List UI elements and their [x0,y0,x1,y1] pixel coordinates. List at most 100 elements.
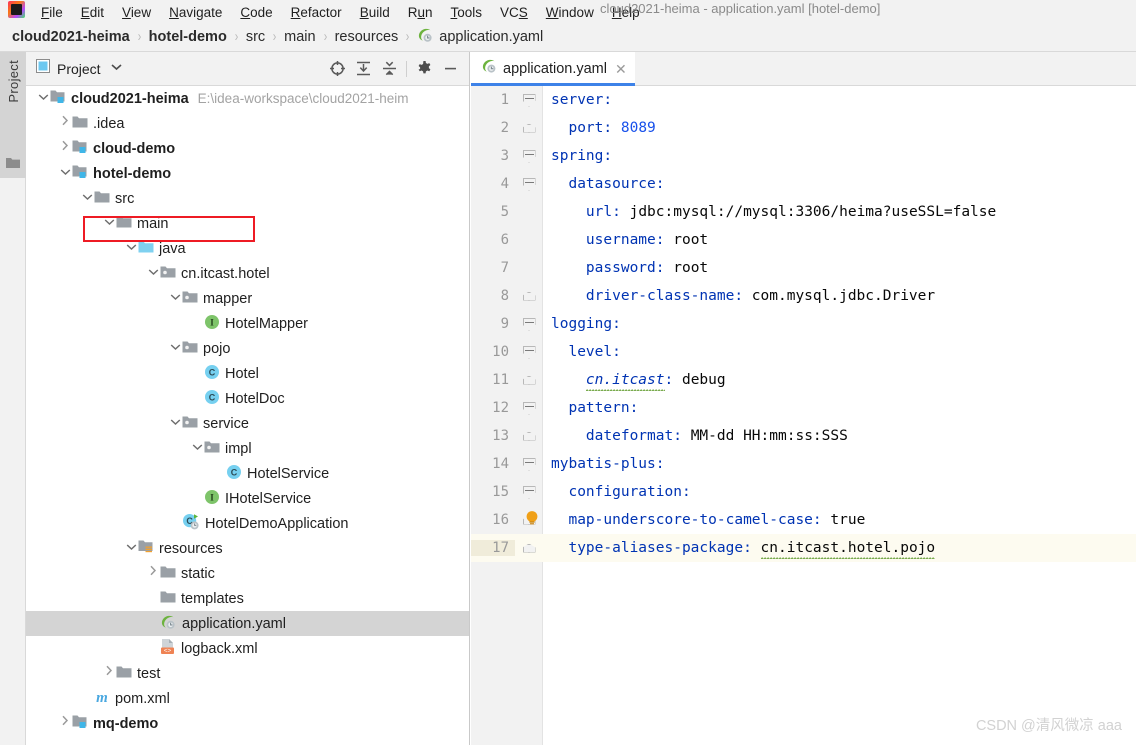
tree-row-main[interactable]: main [26,211,469,236]
breadcrumb-item-application-yaml[interactable]: application.yaml [417,27,543,47]
select-opened-file-icon[interactable] [324,57,350,81]
fold-end-icon[interactable] [515,543,543,553]
fold-end-icon[interactable] [515,123,543,133]
fold-expanded-icon[interactable] [515,457,543,471]
tree-row-impl[interactable]: impl [26,436,469,461]
tree-row-pojo[interactable]: pojo [26,336,469,361]
fold-expanded-icon[interactable] [515,345,543,359]
tree-row-hoteldemoapplication[interactable]: C HotelDemoApplication [26,511,469,536]
chevron-right-icon[interactable] [58,711,72,736]
fold-expanded-icon[interactable] [515,177,543,191]
chevron-down-icon[interactable] [58,161,72,186]
tree-row-idea[interactable]: .idea [26,111,469,136]
tree-row-cloud-demo[interactable]: cloud-demo [26,136,469,161]
code-line-13[interactable]: 13 dateformat: MM-dd HH:mm:ss:SSS [471,422,1136,450]
chevron-down-icon[interactable] [36,86,50,111]
chevron-down-icon[interactable] [111,63,122,74]
chevron-right-icon[interactable] [102,661,116,686]
breadcrumb-item-src[interactable]: src [246,29,265,45]
intention-bulb-icon[interactable] [525,510,539,530]
tree-row-ihotelservice[interactable]: I IHotelService [26,486,469,511]
fold-expanded-icon[interactable] [515,317,543,331]
code-line-12[interactable]: 12 pattern: [471,394,1136,422]
code-line-4[interactable]: 4 datasource: [471,170,1136,198]
tree-row-application-yaml[interactable]: application.yaml [26,611,469,636]
breadcrumb-item-resources[interactable]: resources [335,29,399,45]
fold-expanded-icon[interactable] [515,401,543,415]
chevron-down-icon[interactable] [168,336,182,361]
tree-row-static[interactable]: static [26,561,469,586]
code-line-3[interactable]: 3 spring: [471,142,1136,170]
code-line-5[interactable]: 5 url: jdbc:mysql://mysql:3306/heima?use… [471,198,1136,226]
tree-row-cloud2021-heima[interactable]: cloud2021-heima E:\idea-workspace\cloud20… [26,86,469,111]
code-line-8[interactable]: 8 driver-class-name: com.mysql.jdbc.Driv… [471,282,1136,310]
fold-expanded-icon[interactable] [515,485,543,499]
chevron-down-icon[interactable] [124,236,138,261]
chevron-right-icon[interactable] [58,136,72,161]
menu-item-build[interactable]: Build [351,5,399,22]
fold-end-icon[interactable] [515,431,543,441]
menu-item-view[interactable]: View [113,5,160,22]
tree-row-mapper[interactable]: mapper [26,286,469,311]
tool-window-button-project[interactable]: Project [0,60,26,150]
chevron-down-icon[interactable] [124,536,138,561]
menu-item-tools[interactable]: Tools [442,5,492,22]
fold-expanded-icon[interactable] [515,149,543,163]
collapse-all-icon[interactable] [376,57,402,81]
tree-row-hotel[interactable]: C Hotel [26,361,469,386]
fold-expanded-icon[interactable] [515,93,543,107]
settings-gear-icon[interactable] [411,57,437,81]
code-line-2[interactable]: 2 port: 8089 [471,114,1136,142]
tree-row-logback-xml[interactable]: <> logback.xml [26,636,469,661]
tree-row-java[interactable]: java [26,236,469,261]
tree-row-hotelservice[interactable]: C HotelService [26,461,469,486]
chevron-right-icon[interactable] [58,111,72,136]
expand-all-icon[interactable] [350,57,376,81]
fold-end-icon[interactable] [515,291,543,301]
tree-row-resources[interactable]: resources [26,536,469,561]
breadcrumb-item-cloud2021-heima[interactable]: cloud2021-heima [12,29,130,45]
menu-item-edit[interactable]: Edit [72,5,113,22]
tree-row-test[interactable]: test [26,661,469,686]
menu-item-vcs[interactable]: VCS [491,5,537,22]
code-line-14[interactable]: 14 mybatis-plus: [471,450,1136,478]
breadcrumb-item-hotel-demo[interactable]: hotel-demo [149,29,227,45]
menu-item-refactor[interactable]: Refactor [282,5,351,22]
menu-item-window[interactable]: Window [537,5,603,22]
code-line-11[interactable]: 11 cn.itcast: debug [471,366,1136,394]
tree-row-pom-xml[interactable]: m pom.xml [26,686,469,711]
close-icon[interactable]: ✕ [615,62,627,76]
tree-row-mq-demo[interactable]: mq-demo [26,711,469,736]
tree-row-hoteldoc[interactable]: C HotelDoc [26,386,469,411]
code-line-7[interactable]: 7 password: root [471,254,1136,282]
menu-item-code[interactable]: Code [231,5,281,22]
tree-row-src[interactable]: src [26,186,469,211]
menu-item-navigate[interactable]: Navigate [160,5,231,22]
code-line-6[interactable]: 6 username: root [471,226,1136,254]
chevron-down-icon[interactable] [168,411,182,436]
tree-row-hotel-demo[interactable]: hotel-demo [26,161,469,186]
menu-item-run[interactable]: Run [399,5,442,22]
chevron-down-icon[interactable] [146,261,160,286]
code-line-9[interactable]: 9 logging: [471,310,1136,338]
fold-end-icon[interactable] [515,375,543,385]
chevron-down-icon[interactable] [80,186,94,211]
chevron-right-icon[interactable] [146,561,160,586]
code-line-15[interactable]: 15 configuration: [471,478,1136,506]
code-line-16[interactable]: 16 map-underscore-to-camel-case: true [471,506,1136,534]
code-line-17[interactable]: 17 type-aliases-package: cn.itcast.hotel… [471,534,1136,562]
tree-row-hotelmapper[interactable]: I HotelMapper [26,311,469,336]
editor-tab-application-yaml[interactable]: application.yaml ✕ [471,52,635,86]
breadcrumb[interactable]: cloud2021-heima › hotel-demo › src › main › reso… [0,22,1136,52]
tree-row-templates[interactable]: templates [26,586,469,611]
hide-panel-icon[interactable] [437,57,463,81]
code-editor[interactable]: 1 server: 2 port: 8089 3 spring: 4 datasource… [471,86,1136,745]
breadcrumb-item-main[interactable]: main [284,29,315,45]
chevron-down-icon[interactable] [102,211,116,236]
project-tree[interactable]: cloud2021-heima E:\idea-workspace\cloud20… [26,86,469,745]
tree-row-cn-itcast-hotel[interactable]: cn.itcast.hotel [26,261,469,286]
menu-item-file[interactable]: File [32,5,72,22]
code-line-1[interactable]: 1 server: [471,86,1136,114]
code-line-10[interactable]: 10 level: [471,338,1136,366]
chevron-down-icon[interactable] [190,436,204,461]
